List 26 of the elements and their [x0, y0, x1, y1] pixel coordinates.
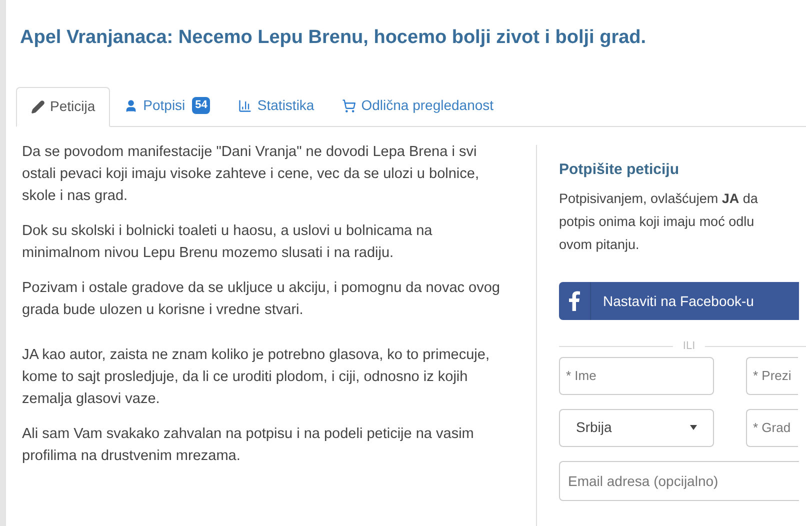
user-icon: [124, 98, 138, 112]
petition-paragraph: Da se povodom manifestacije "Dani Vranja" ne dovodi Lepa Brena i svi ostali pevaci koji imaju visoke zahteve i cene, vec da se ulozi u bolnice, skole i nas grad.: [22, 142, 480, 206]
cart-icon: [342, 98, 356, 112]
petition-paragraph: Pozivam i ostale gradove da se ukljuce u akciju, i pomognu da novac ovog grada bude ulozen u korisne i vredne stvari.: [22, 278, 501, 320]
tab[interactable]: Odlična pregledanost: [328, 86, 508, 126]
count-badge: 54: [192, 97, 210, 114]
tab[interactable]: Peticija: [16, 86, 110, 126]
sign-heading: Potpišite peticiju: [559, 160, 680, 180]
tab[interactable]: Statistika: [224, 86, 328, 126]
pencil-icon: [31, 100, 45, 114]
country-select[interactable]: Srbija: [559, 408, 714, 446]
petition-paragraph: Dok su skolski i bolnicki toaleti u haosu, a uslovi u bolnicama na minimalnom nivou Lepu Brenu mozemo slusati i na radiju.: [22, 222, 434, 262]
first-name-field[interactable]: * Ime: [559, 356, 714, 394]
facebook-button[interactable]: Nastaviti na Facebook-u: [559, 282, 799, 320]
petition-paragraph: Ali sam Vam svakako zahvalan na potpisu i na podeli peticije na vasim profilima na drustvenim mrezama.: [22, 424, 475, 466]
page-title: Apel Vranjanaca: Necemo Lepu Brenu, hocemo bolji zivot i bolji grad.: [20, 26, 646, 50]
email-field[interactable]: Email adresa (opcijalno): [559, 460, 799, 500]
last-name-field[interactable]: * Prezi: [746, 356, 798, 394]
separator-label: ILI: [682, 339, 696, 354]
caret-icon: [690, 425, 697, 430]
petition-paragraph: JA kao autor, zaista ne znam koliko je potrebno glasova, ko to primecuje, kome to sajt prosledjuje, da li ce uroditi plodom, i ciji, odnosno iz kojih zemalja glasovi vaze.: [22, 346, 490, 408]
city-field[interactable]: * Grad: [746, 408, 798, 446]
tab[interactable]: Potpisi 54: [110, 86, 224, 126]
sign-intro: Potpisivanjem, ovlašćujem JA da potpis onima koji imaju moć odlu ovom pitanju.: [559, 190, 759, 254]
facebook-icon: [569, 291, 580, 311]
bar-chart-icon: [238, 98, 252, 112]
